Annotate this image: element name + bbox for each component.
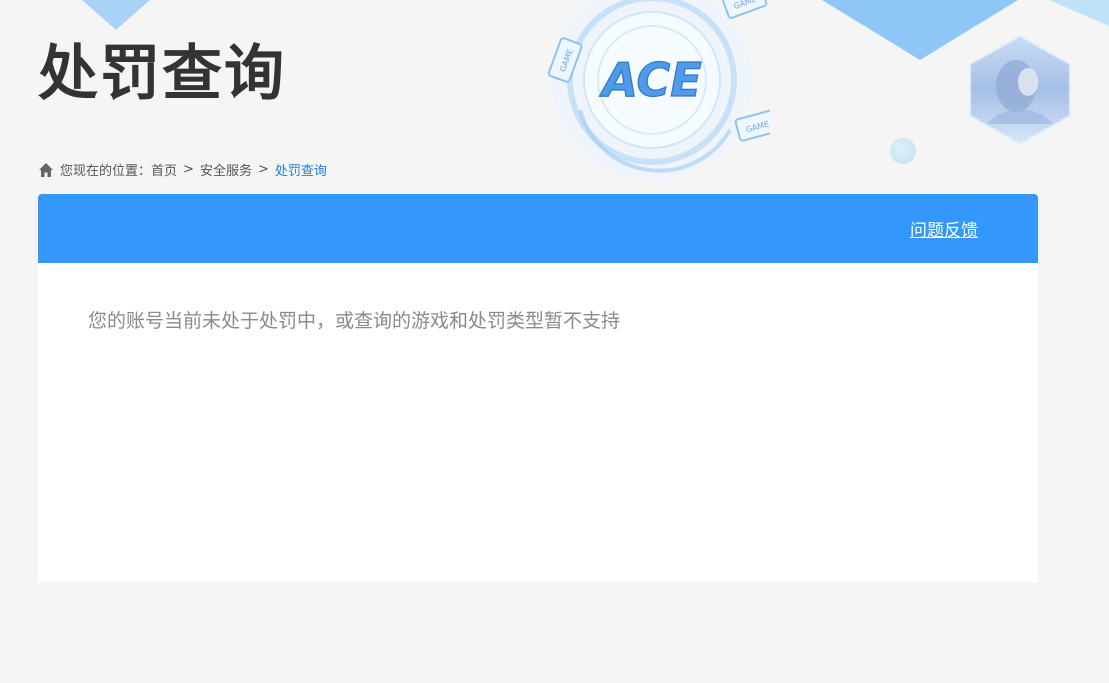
ace-logo: ACE GAME GAME GAME	[547, 0, 770, 180]
breadcrumb-item-security-service[interactable]: 安全服务	[200, 160, 252, 179]
decor-triangle	[1049, 0, 1109, 26]
page-title: 处罚查询	[38, 39, 286, 109]
avatar[interactable]	[966, 34, 1074, 146]
page: ACE GAME GAME GAME 处罚查询 您现在的位置： 首页 > 安全服…	[0, 0, 1109, 683]
panel-header: 问题反馈	[38, 194, 1038, 263]
breadcrumb-prefix: 您现在的位置：	[60, 164, 152, 179]
breadcrumb-item-home[interactable]: 首页	[151, 160, 177, 179]
breadcrumb-separator: >	[183, 162, 194, 177]
decor-bubble	[890, 138, 916, 164]
home-icon	[39, 162, 53, 177]
svg-text:ACE: ACE	[599, 53, 701, 107]
feedback-link[interactable]: 问题反馈	[910, 216, 978, 241]
result-message: 您的账号当前未处于处罚中，或查询的游戏和处罚类型暂不支持	[88, 310, 621, 332]
decor-triangle	[82, 0, 150, 30]
breadcrumb-current: 处罚查询	[274, 164, 327, 179]
result-panel: 问题反馈 您的账号当前未处于处罚中，或查询的游戏和处罚类型暂不支持	[38, 194, 1038, 582]
game-badge-icon: GAME	[721, 0, 768, 19]
breadcrumb: 您现在的位置： 首页 > 安全服务 > 处罚查询	[38, 160, 327, 179]
breadcrumb-separator: >	[257, 162, 269, 177]
